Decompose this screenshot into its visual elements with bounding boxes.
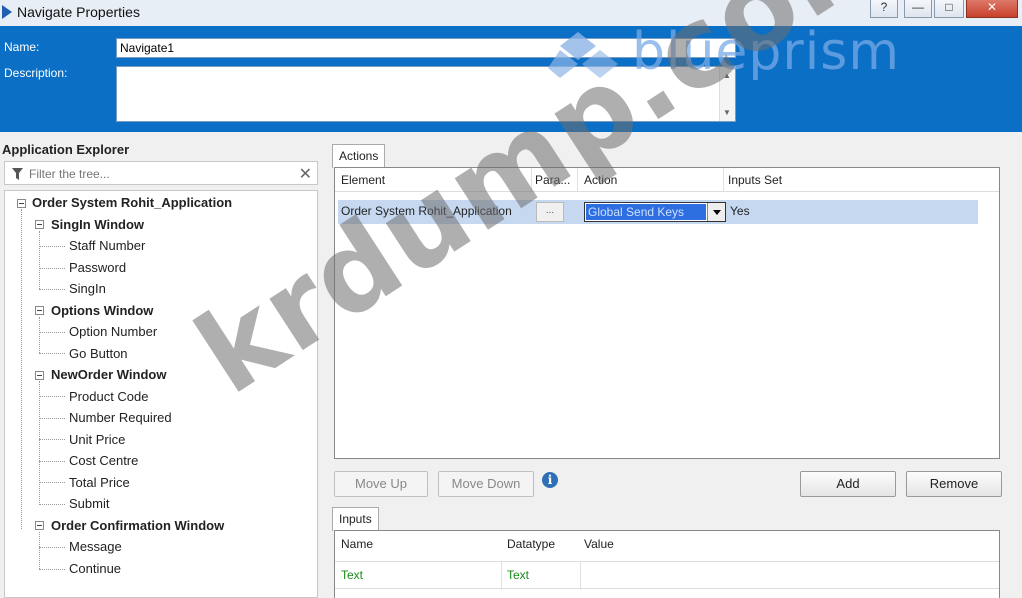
- tree-connector: [39, 289, 65, 290]
- column-header-action[interactable]: Action: [584, 173, 617, 187]
- tree-connector: [39, 461, 65, 462]
- minimize-button[interactable]: —: [904, 0, 932, 18]
- window-icon: [2, 5, 12, 19]
- params-button[interactable]: ...: [536, 202, 564, 222]
- tree-connector: [39, 569, 65, 570]
- clear-filter-icon[interactable]: ✕: [299, 164, 312, 184]
- column-header-datatype[interactable]: Datatype: [507, 537, 555, 551]
- collapse-toggle-icon[interactable]: [35, 521, 44, 530]
- filter-input[interactable]: [29, 165, 299, 182]
- tree-node-continue[interactable]: Continue: [69, 561, 121, 576]
- inputs-grid[interactable]: Name Datatype Value Text Text: [334, 530, 1000, 598]
- collapse-toggle-icon[interactable]: [35, 306, 44, 315]
- column-header-name[interactable]: Name: [341, 537, 373, 551]
- application-tree[interactable]: Order System Rohit_Application SingIn Wi…: [4, 190, 318, 598]
- blueprism-logo-icon: [548, 32, 618, 78]
- collapse-toggle-icon[interactable]: [35, 371, 44, 380]
- chevron-down-icon[interactable]: [707, 203, 725, 221]
- tree-connector: [39, 439, 65, 440]
- logo-text: blueprism: [632, 22, 900, 82]
- tree-node-option-number[interactable]: Option Number: [69, 324, 157, 339]
- element-cell: Order System Rohit_Application: [341, 204, 512, 218]
- add-button[interactable]: Add: [800, 471, 896, 497]
- tree-connector: [39, 504, 65, 505]
- tree-connector: [39, 246, 65, 247]
- tree-connector: [39, 268, 65, 269]
- tree-connector: [39, 418, 65, 419]
- column-divider: [501, 562, 502, 590]
- collapse-toggle-icon[interactable]: [35, 220, 44, 229]
- tree-connector: [39, 317, 40, 353]
- actions-grid[interactable]: Element Para... Action Inputs Set Order …: [334, 167, 1000, 459]
- window-title: Navigate Properties: [17, 4, 140, 20]
- scroll-down-icon[interactable]: ▼: [723, 108, 731, 117]
- tree-node-application[interactable]: Order System Rohit_Application: [32, 195, 232, 210]
- column-divider: [580, 562, 581, 590]
- tree-node-options-window[interactable]: Options Window: [51, 303, 153, 318]
- table-row[interactable]: Order System Rohit_Application ... Globa…: [338, 200, 978, 224]
- collapse-toggle-icon[interactable]: [17, 199, 26, 208]
- tree-connector: [39, 332, 65, 333]
- tree-connector: [39, 396, 65, 397]
- tree-connector: [39, 532, 40, 569]
- tree-connector: [21, 209, 22, 529]
- tree-node-message[interactable]: Message: [69, 539, 122, 554]
- tree-node-total-price[interactable]: Total Price: [69, 475, 130, 490]
- tree-node-number-required[interactable]: Number Required: [69, 410, 172, 425]
- tree-connector: [39, 482, 65, 483]
- application-explorer-title: Application Explorer: [2, 142, 130, 157]
- tree-node-product-code[interactable]: Product Code: [69, 389, 149, 404]
- remove-button[interactable]: Remove: [906, 471, 1002, 497]
- action-dropdown[interactable]: Global Send Keys: [584, 202, 726, 222]
- tree-node-staff-number[interactable]: Staff Number: [69, 238, 145, 253]
- input-datatype-cell: Text: [507, 568, 530, 582]
- table-row[interactable]: Text Text: [335, 561, 999, 590]
- tree-filter[interactable]: ✕: [4, 161, 318, 185]
- tab-inputs[interactable]: Inputs: [332, 507, 379, 531]
- tree-connector: [39, 353, 65, 354]
- column-divider[interactable]: [577, 168, 578, 192]
- tab-actions[interactable]: Actions: [332, 144, 386, 168]
- input-name-cell: Text: [341, 568, 364, 582]
- inputs-set-cell: Yes: [730, 204, 750, 218]
- help-button[interactable]: ?: [870, 0, 898, 18]
- maximize-button[interactable]: □: [934, 0, 964, 18]
- column-divider[interactable]: [531, 168, 532, 192]
- tree-connector: [39, 381, 40, 503]
- tree-node-password[interactable]: Password: [69, 260, 126, 275]
- name-label: Name:: [4, 40, 40, 54]
- info-icon[interactable]: i: [542, 472, 558, 488]
- column-header-value[interactable]: Value: [584, 537, 614, 551]
- tree-node-singin[interactable]: SingIn: [69, 281, 106, 296]
- column-header-element[interactable]: Element: [341, 173, 385, 187]
- tree-node-singin-window[interactable]: SingIn Window: [51, 217, 144, 232]
- tree-node-order-confirmation-window[interactable]: Order Confirmation Window: [51, 518, 224, 533]
- properties-header: Name: Description: ▲ ▼ blueprism: [0, 22, 1022, 132]
- tree-node-submit[interactable]: Submit: [69, 496, 109, 511]
- column-header-inputs-set[interactable]: Inputs Set: [728, 173, 782, 187]
- action-dropdown-value: Global Send Keys: [586, 204, 706, 220]
- move-down-button[interactable]: Move Down: [438, 471, 534, 497]
- column-header-params[interactable]: Para...: [535, 173, 570, 187]
- column-divider[interactable]: [723, 168, 724, 192]
- tree-node-go-button[interactable]: Go Button: [69, 346, 128, 361]
- tree-connector: [39, 547, 65, 548]
- actions-grid-header: Element Para... Action Inputs Set: [335, 168, 999, 192]
- close-button[interactable]: ✕: [966, 0, 1018, 18]
- filter-icon: [12, 168, 23, 180]
- tree-node-neworder-window[interactable]: NewOrder Window: [51, 367, 166, 382]
- description-label: Description:: [4, 66, 68, 80]
- tree-connector: [39, 231, 40, 289]
- tree-node-unit-price[interactable]: Unit Price: [69, 432, 125, 447]
- tree-node-cost-centre[interactable]: Cost Centre: [69, 453, 138, 468]
- move-up-button[interactable]: Move Up: [334, 471, 428, 497]
